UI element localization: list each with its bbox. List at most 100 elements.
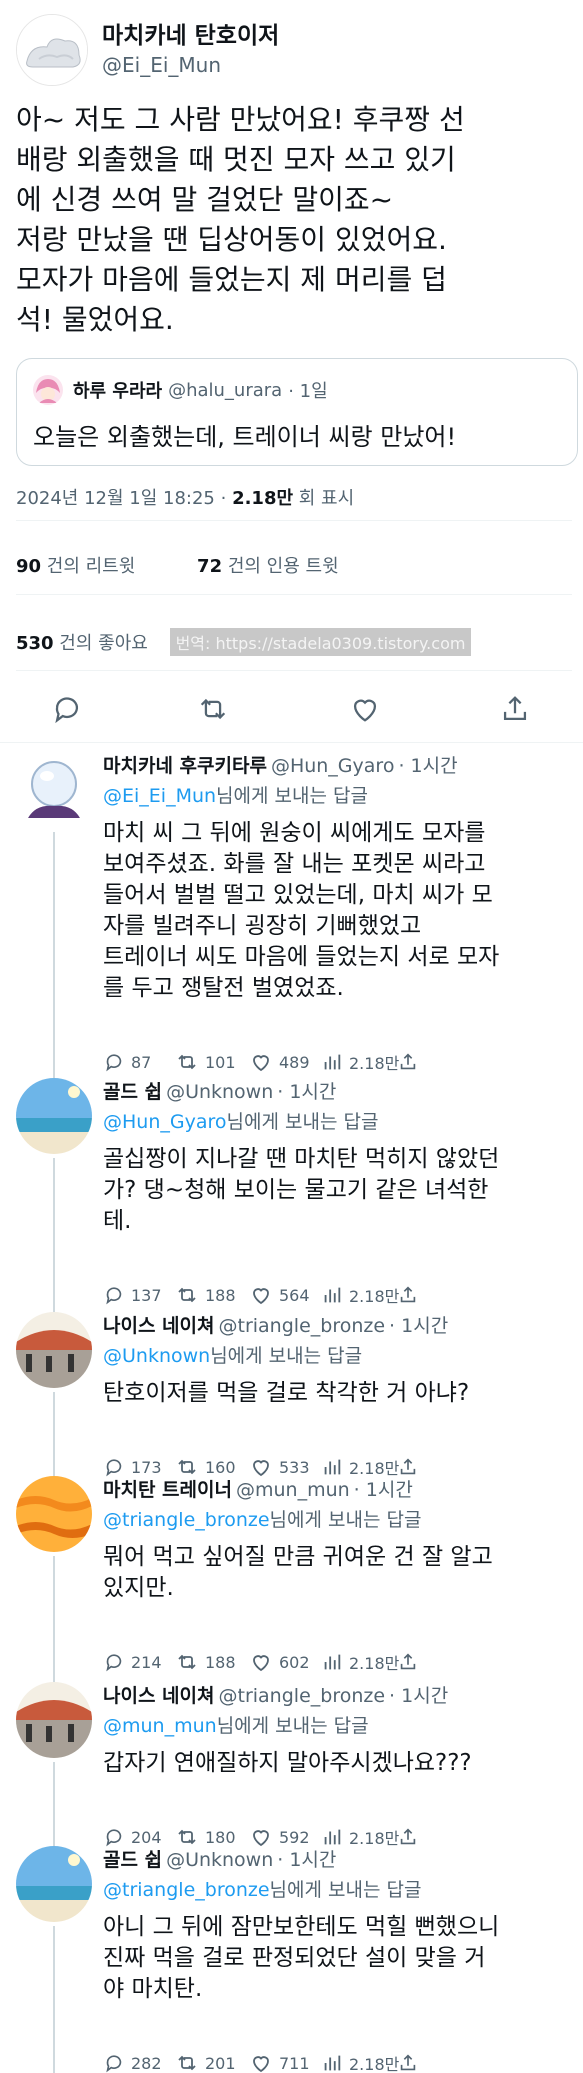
- likes-row: 530 건의 좋아요 번역: https://stadela0309.tisto…: [16, 628, 472, 656]
- reply-header: 골드 쉽 @Unknown · 1시간: [103, 1846, 573, 1874]
- reply-count: 204: [131, 1827, 162, 1847]
- quote-text: 오늘은 외출했는데, 트레이너 씨랑 만났어!: [33, 423, 457, 451]
- reply-count: 173: [131, 1457, 162, 1477]
- reply-time[interactable]: · 1시간: [354, 1479, 413, 1501]
- like-stat[interactable]: 530 건의 좋아요: [16, 633, 148, 654]
- avatar[interactable]: [16, 1846, 92, 1922]
- views-icon: [321, 1826, 349, 1848]
- main-tweet-header: 마치카네 탄호이저 @Ei_Ei_Mun: [16, 14, 279, 86]
- reply-icon[interactable]: [50, 692, 84, 726]
- retweet-count: 188: [205, 1285, 236, 1305]
- reply-text: 탄호이저를 먹을 걸로 착각한 거 아냐?: [103, 1380, 470, 1406]
- reply-author-handle[interactable]: @Unknown: [166, 1849, 273, 1871]
- mention-link[interactable]: @Ei_Ei_Mun: [103, 785, 216, 807]
- reply-tweet[interactable]: 나이스 네이쳐 @triangle_bronze · 1시간 @Unknown님에게 …: [0, 1312, 583, 1478]
- like-icon[interactable]: [348, 692, 382, 726]
- views-button[interactable]: 2.18만: [321, 1281, 399, 1309]
- like-button[interactable]: 602: [249, 1648, 310, 1676]
- reply-button[interactable]: 282: [103, 2049, 162, 2073]
- reply-button[interactable]: 87: [103, 1048, 151, 1076]
- views-button[interactable]: 2.18만: [321, 1048, 399, 1076]
- reply-count: 137: [131, 1285, 162, 1305]
- like-icon: [249, 1050, 279, 1074]
- retweet-stat[interactable]: 90 건의 리트윗: [16, 552, 135, 578]
- reply-count: 282: [131, 2053, 162, 2073]
- views-button[interactable]: 2.18만: [321, 2049, 399, 2073]
- reply-button[interactable]: 137: [103, 1281, 162, 1309]
- reply-author-handle[interactable]: @Hun_Gyaro: [271, 755, 395, 777]
- timestamp[interactable]: 2024년 12월 1일 18:25 ·: [16, 488, 226, 509]
- author-name[interactable]: 마치카네 탄호이저: [102, 21, 279, 51]
- reply-tweet[interactable]: 골드 쉽 @Unknown · 1시간 @triangle_bronze님에게 보내는…: [0, 1846, 583, 2073]
- retweet-button[interactable]: 201: [175, 2049, 236, 2073]
- retweet-count: 160: [205, 1457, 236, 1477]
- reply-tweet[interactable]: 나이스 네이쳐 @triangle_bronze · 1시간 @mun_mun님에게 …: [0, 1682, 583, 1848]
- divider: [0, 742, 583, 743]
- like-button[interactable]: 711: [249, 2049, 310, 2073]
- mention-link[interactable]: @triangle_bronze: [103, 1509, 270, 1531]
- quote-author-name: 하루 우라라: [73, 381, 163, 402]
- reply-icon: [103, 1456, 131, 1478]
- retweet-count: 188: [205, 1652, 236, 1672]
- replying-to-label: 님에게 보내는 답글: [269, 1509, 422, 1531]
- replying-to-label: 님에게 보내는 답글: [269, 1879, 422, 1901]
- mention-link[interactable]: @mun_mun: [103, 1715, 217, 1737]
- retweet-icon: [175, 1050, 205, 1074]
- avatar[interactable]: [16, 14, 88, 86]
- retweet-button[interactable]: 188: [175, 1648, 236, 1676]
- retweet-button[interactable]: 101: [175, 1048, 236, 1076]
- reply-author-name[interactable]: 마치카네 후쿠키타루: [103, 755, 267, 777]
- reply-author-handle[interactable]: @Unknown: [166, 1081, 273, 1103]
- mention-link[interactable]: @Unknown: [103, 1345, 210, 1367]
- retweet-count: 101: [205, 1052, 236, 1072]
- reply-author-handle[interactable]: @triangle_bronze: [219, 1685, 386, 1707]
- quote-stat[interactable]: 72 건의 인용 트윗: [197, 552, 339, 578]
- retweet-icon: [175, 1650, 205, 1674]
- avatar[interactable]: [16, 1682, 92, 1758]
- quoted-tweet[interactable]: 하루 우라라 @halu_urara · 1일 오늘은 외출했는데, 트레이너 …: [16, 358, 578, 466]
- reply-text: 골십짱이 지나갈 땐 마치탄 먹히지 않았던 가? 댕~청해 보이는 물고기 같…: [103, 1146, 500, 1234]
- tweet-action-bar: [0, 680, 583, 740]
- stats-row: 90 건의 리트윗 72 건의 인용 트윗: [16, 552, 395, 578]
- mention-link[interactable]: @Hun_Gyaro: [103, 1111, 227, 1133]
- share-button[interactable]: [397, 1281, 425, 1309]
- share-button[interactable]: [397, 1048, 425, 1076]
- avatar[interactable]: [16, 752, 92, 828]
- reply-time[interactable]: · 1시간: [389, 1685, 448, 1707]
- like-button[interactable]: 564: [249, 1281, 310, 1309]
- reply-header: 나이스 네이쳐 @triangle_bronze · 1시간: [103, 1682, 573, 1710]
- reply-author-name[interactable]: 골드 쉽: [103, 1081, 162, 1103]
- reply-tweet[interactable]: 마치탄 트레이너 @mun_mun · 1시간 @triangle_bronze님에게…: [0, 1476, 583, 1682]
- like-count: 564: [279, 1285, 310, 1305]
- reply-author-name[interactable]: 마치탄 트레이너: [103, 1479, 232, 1501]
- reply-header: 마치카네 후쿠키타루 @Hun_Gyaro · 1시간: [103, 752, 573, 780]
- reply-author-handle[interactable]: @triangle_bronze: [219, 1315, 386, 1337]
- reply-author-name[interactable]: 나이스 네이쳐: [103, 1685, 215, 1707]
- main-tweet: 마치카네 탄호이저 @Ei_Ei_Mun 아~ 저도 그 사람 만났어요! 후쿠…: [0, 0, 583, 740]
- reply-time[interactable]: · 1시간: [389, 1315, 448, 1337]
- thread-line: [53, 832, 55, 1078]
- like-button[interactable]: 489: [249, 1048, 310, 1076]
- avatar[interactable]: [16, 1312, 92, 1388]
- retweet-button[interactable]: 188: [175, 1281, 236, 1309]
- reply-time[interactable]: · 1시간: [398, 755, 457, 777]
- reply-time[interactable]: · 1시간: [277, 1849, 336, 1871]
- reply-tweet[interactable]: 마치카네 후쿠키타루 @Hun_Gyaro · 1시간 @Ei_Ei_Mun님에게 보…: [0, 752, 583, 1078]
- reply-button[interactable]: 214: [103, 1648, 162, 1676]
- divider: [16, 520, 572, 521]
- avatar[interactable]: [16, 1476, 92, 1552]
- share-button[interactable]: [397, 1648, 425, 1676]
- share-icon[interactable]: [498, 692, 532, 726]
- reply-tweet[interactable]: 골드 쉽 @Unknown · 1시간 @Hun_Gyaro님에게 보내는 답글 골십짱…: [0, 1078, 583, 1312]
- author-handle[interactable]: @Ei_Ei_Mun: [102, 51, 279, 79]
- retweet-icon[interactable]: [196, 692, 230, 726]
- avatar[interactable]: [16, 1078, 92, 1154]
- reply-action-bar: 87 101 489 2.18만: [103, 1048, 573, 1076]
- reply-author-name[interactable]: 골드 쉽: [103, 1849, 162, 1871]
- views-button[interactable]: 2.18만: [321, 1648, 399, 1676]
- share-button[interactable]: [397, 2049, 425, 2073]
- mention-link[interactable]: @triangle_bronze: [103, 1879, 270, 1901]
- reply-time[interactable]: · 1시간: [277, 1081, 336, 1103]
- reply-author-name[interactable]: 나이스 네이쳐: [103, 1315, 215, 1337]
- reply-author-handle[interactable]: @mun_mun: [236, 1479, 350, 1501]
